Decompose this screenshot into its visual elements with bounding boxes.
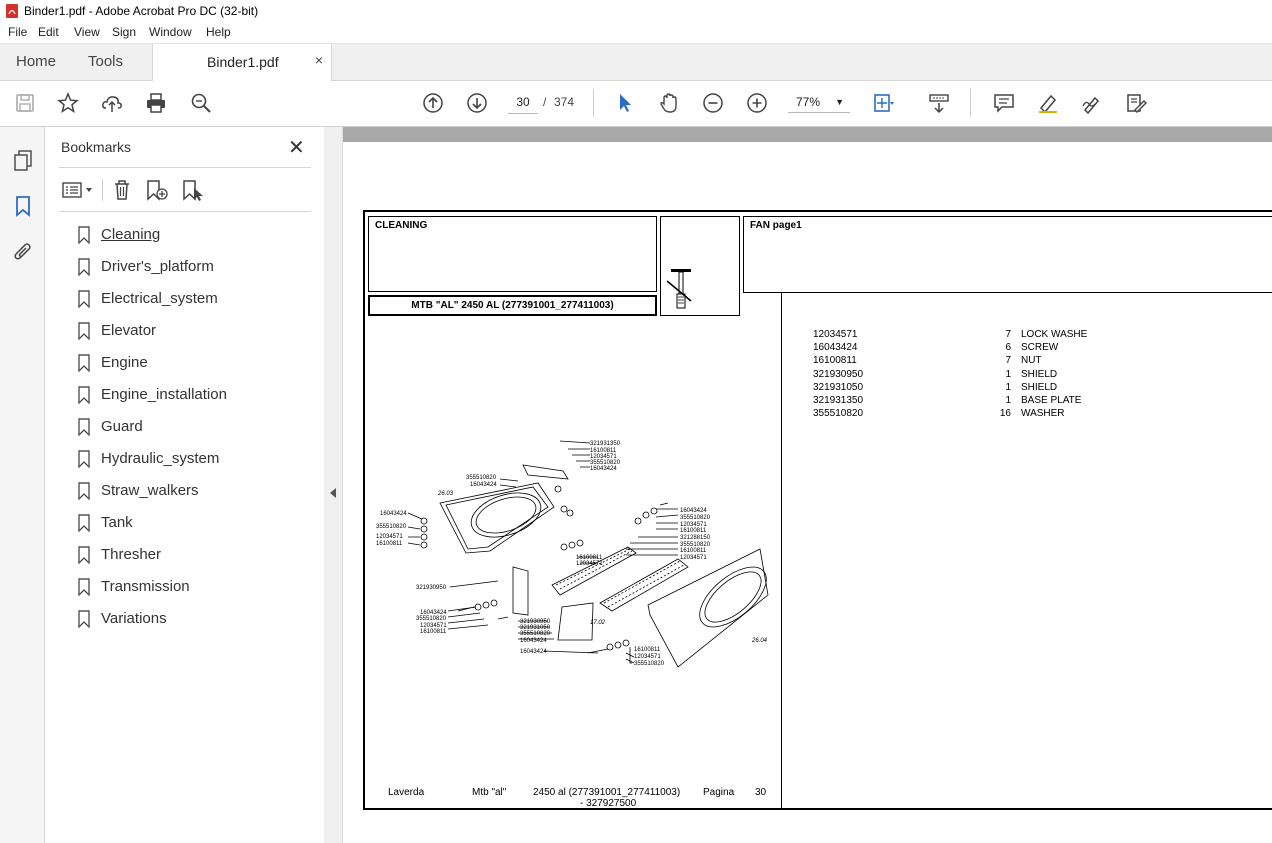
bookmark-icon bbox=[78, 578, 90, 596]
panel-divider bbox=[59, 211, 311, 212]
bookmarks-title: Bookmarks bbox=[61, 139, 132, 155]
bookmark-item[interactable]: Transmission bbox=[77, 575, 307, 599]
tab-document[interactable]: Binder1.pdf × bbox=[152, 44, 332, 81]
bookmarks-panel-icon[interactable] bbox=[12, 195, 34, 217]
bookmark-label: Straw_walkers bbox=[101, 482, 199, 499]
fill-sign-icon[interactable] bbox=[1125, 92, 1147, 114]
close-panel-icon[interactable]: ✕ bbox=[288, 135, 305, 160]
bookmark-item[interactable]: Elevator bbox=[77, 319, 307, 343]
page-number-input[interactable]: 30 bbox=[508, 91, 538, 114]
panel-divider bbox=[59, 167, 311, 168]
comment-icon[interactable] bbox=[993, 92, 1015, 114]
select-cursor-icon[interactable] bbox=[614, 92, 636, 114]
save-icon[interactable] bbox=[14, 92, 36, 114]
menu-bar: File Edit View Sign Window Help bbox=[0, 22, 1272, 44]
zoom-value: 77% bbox=[796, 95, 821, 109]
bookmark-label: Driver's_platform bbox=[101, 258, 214, 275]
bookmark-label: Elevator bbox=[101, 322, 157, 339]
bookmark-icon bbox=[78, 322, 90, 340]
bookmark-label: Cleaning bbox=[101, 226, 161, 243]
bookmark-label: Hydraulic_system bbox=[101, 450, 220, 467]
zoom-dropdown-icon[interactable]: ▼ bbox=[835, 91, 844, 113]
new-bookmark-icon[interactable] bbox=[145, 179, 169, 201]
bookmark-label: Engine bbox=[101, 354, 148, 371]
bookmark-icon bbox=[78, 226, 90, 244]
menu-file[interactable]: File bbox=[8, 25, 27, 39]
bookmark-item[interactable]: Variations bbox=[77, 607, 307, 631]
bookmark-label: Electrical_system bbox=[101, 290, 218, 307]
print-icon[interactable] bbox=[145, 92, 167, 114]
menu-sign[interactable]: Sign bbox=[112, 25, 136, 39]
toolbar: 30 / 374 77% ▼ bbox=[0, 81, 1272, 127]
hand-tool-icon[interactable] bbox=[658, 92, 680, 114]
next-page-icon[interactable] bbox=[466, 92, 488, 114]
bookmarks-panel: Bookmarks ✕ Cleaning Driver's_platform E… bbox=[45, 127, 325, 843]
bookmark-item[interactable]: Electrical_system bbox=[77, 287, 307, 311]
bookmark-item[interactable]: Tank bbox=[77, 511, 307, 535]
attachments-icon[interactable] bbox=[12, 241, 34, 263]
navigation-rail bbox=[0, 127, 45, 843]
add-bookmark-from-selection-icon[interactable] bbox=[181, 179, 205, 201]
toolbar-divider bbox=[102, 179, 103, 201]
bookmark-item[interactable]: Hydraulic_system bbox=[77, 447, 307, 471]
zoom-in-icon[interactable] bbox=[746, 92, 768, 114]
delete-bookmark-icon[interactable] bbox=[111, 179, 133, 201]
bookmark-label: Transmission bbox=[101, 578, 190, 595]
close-tab-icon[interactable]: × bbox=[315, 52, 323, 68]
fit-page-icon[interactable] bbox=[872, 92, 894, 114]
panel-collapse-bar[interactable] bbox=[324, 127, 343, 843]
bookmark-label: Thresher bbox=[101, 546, 162, 563]
bookmark-label: Variations bbox=[101, 610, 167, 627]
bookmark-icon bbox=[78, 546, 90, 564]
zoom-out-icon[interactable] bbox=[702, 92, 724, 114]
zoom-search-icon[interactable] bbox=[190, 92, 212, 114]
toolbar-divider bbox=[970, 89, 971, 117]
document-viewer[interactable] bbox=[343, 127, 1272, 843]
tab-home[interactable]: Home bbox=[16, 53, 56, 70]
menu-help[interactable]: Help bbox=[206, 25, 231, 39]
bookmark-icon bbox=[78, 418, 90, 436]
bookmark-item[interactable]: Cleaning bbox=[77, 223, 307, 247]
highlight-pen-icon[interactable] bbox=[1037, 92, 1059, 114]
toolbar-divider bbox=[593, 89, 594, 117]
scroll-mode-icon[interactable] bbox=[928, 92, 950, 114]
draw-tool-icon[interactable] bbox=[1081, 92, 1103, 114]
bookmark-icon bbox=[78, 386, 90, 404]
bookmark-icon bbox=[78, 514, 90, 532]
page-gap bbox=[343, 127, 1272, 142]
acrobat-icon bbox=[6, 4, 18, 18]
menu-view[interactable]: View bbox=[74, 25, 100, 39]
menu-window[interactable]: Window bbox=[149, 25, 192, 39]
bookmark-icon bbox=[78, 450, 90, 468]
bookmark-item[interactable]: Thresher bbox=[77, 543, 307, 567]
pages-thumbnail-icon[interactable] bbox=[12, 149, 34, 171]
bookmark-label: Tank bbox=[101, 514, 133, 531]
bookmark-icon bbox=[78, 354, 90, 372]
bookmark-item[interactable]: Guard bbox=[77, 415, 307, 439]
bookmark-item[interactable]: Driver's_platform bbox=[77, 255, 307, 279]
bookmark-icon bbox=[78, 258, 90, 276]
bookmark-options-icon[interactable] bbox=[61, 179, 95, 201]
menu-edit[interactable]: Edit bbox=[38, 25, 59, 39]
collapse-panel-icon[interactable] bbox=[329, 487, 337, 499]
bookmark-icon bbox=[78, 610, 90, 628]
bookmark-item[interactable]: Straw_walkers bbox=[77, 479, 307, 503]
cloud-upload-icon[interactable] bbox=[101, 92, 123, 114]
document-tab-label: Binder1.pdf bbox=[207, 54, 279, 70]
window-title: Binder1.pdf - Adobe Acrobat Pro DC (32-b… bbox=[24, 4, 259, 18]
page-total: 374 bbox=[554, 95, 575, 109]
bookmark-label: Engine_installation bbox=[101, 386, 227, 403]
previous-page-icon[interactable] bbox=[422, 92, 444, 114]
bookmark-label: Guard bbox=[101, 418, 143, 435]
tab-tools[interactable]: Tools bbox=[88, 53, 123, 70]
bookmark-item[interactable]: Engine_installation bbox=[77, 383, 307, 407]
bookmark-item[interactable]: Engine bbox=[77, 351, 307, 375]
zoom-level-input[interactable]: 77% ▼ bbox=[788, 91, 850, 113]
bookmark-icon bbox=[78, 290, 90, 308]
title-bar: Binder1.pdf - Adobe Acrobat Pro DC (32-b… bbox=[0, 0, 1272, 22]
star-icon[interactable] bbox=[57, 92, 79, 114]
bookmark-icon bbox=[78, 482, 90, 500]
page-separator: / bbox=[543, 95, 547, 109]
